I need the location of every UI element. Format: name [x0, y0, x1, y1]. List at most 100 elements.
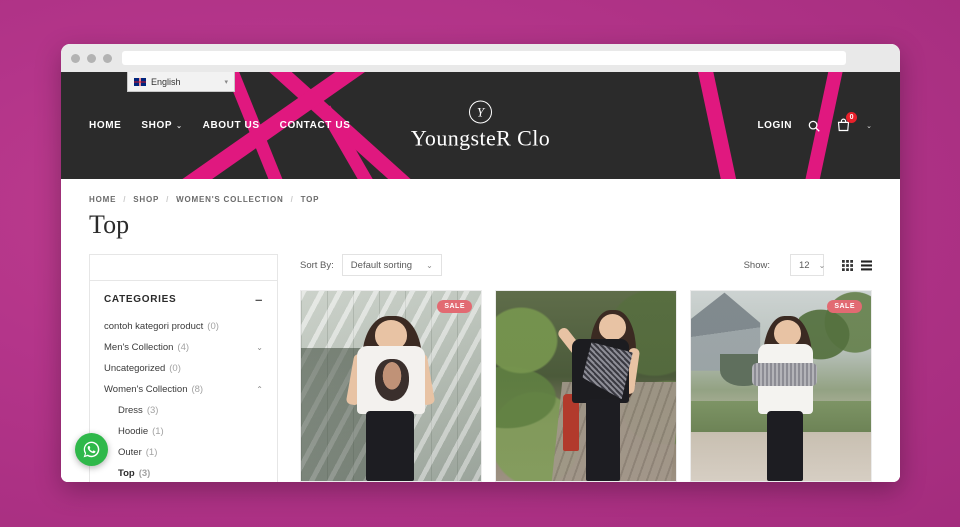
category-item-top[interactable]: Top (3)	[104, 463, 263, 482]
view-mode-toggle	[842, 259, 872, 271]
cart-count-badge: 0	[846, 112, 858, 123]
product-image: SALE	[301, 291, 481, 481]
product-image	[496, 291, 676, 481]
toolbar-right: Show: 12 ⌄	[744, 254, 872, 276]
search-icon[interactable]	[807, 119, 821, 133]
chevron-down-icon[interactable]: ⌄	[256, 343, 263, 352]
product-card[interactable]: SALE	[300, 290, 482, 482]
whatsapp-icon[interactable]	[75, 433, 108, 466]
breadcrumb-item-top[interactable]: TOP	[301, 195, 320, 204]
breadcrumb-separator: /	[166, 195, 170, 204]
model-head	[598, 313, 626, 341]
nav-item-shop[interactable]: SHOP ⌄	[141, 120, 182, 131]
site-header: HOME SHOP ⌄ ABOUT US CONTACT US Y Youngs…	[61, 72, 900, 179]
category-item-contoh-kategori-product[interactable]: contoh kategori product (0)	[104, 316, 263, 337]
show-count-select[interactable]: 12 ⌄	[790, 254, 826, 276]
breadcrumb-separator: /	[123, 195, 127, 204]
garment-print	[374, 359, 409, 402]
categories-title: CATEGORIES	[104, 294, 177, 305]
collapse-toggle-icon: –	[255, 292, 263, 307]
category-count: (1)	[145, 447, 158, 458]
nav-item-home[interactable]: HOME	[89, 120, 121, 131]
page-title: Top	[89, 210, 130, 239]
shop-layout: CATEGORIES – contoh kategori product (0)…	[89, 254, 872, 482]
list-view-icon[interactable]	[861, 259, 872, 271]
breadcrumb-separator: /	[290, 195, 294, 204]
categories-widget: CATEGORIES – contoh kategori product (0)…	[90, 281, 277, 482]
show-count-value: 12	[799, 259, 810, 271]
sidebar-top-panel	[90, 255, 277, 281]
nav-item-contact-us[interactable]: CONTACT US	[280, 120, 351, 131]
language-selector[interactable]: English ▾	[127, 72, 235, 92]
minimize-window-button[interactable]	[87, 53, 96, 63]
chevron-down-icon: ⌄	[818, 260, 826, 270]
category-label: Hoodie	[118, 426, 149, 437]
category-list: contoh kategori product (0) Men's Collec…	[104, 316, 263, 482]
model-legs	[766, 410, 803, 481]
browser-window: HOME SHOP ⌄ ABOUT US CONTACT US Y Youngs…	[61, 44, 900, 482]
category-item-dress[interactable]: Dress (3)	[104, 400, 263, 421]
shop-toolbar: Sort By: Default sorting ⌄ Show: 12 ⌄	[300, 254, 872, 276]
category-label: Outer	[118, 447, 142, 458]
product-card[interactable]: SALE	[690, 290, 872, 482]
main-navigation: HOME SHOP ⌄ ABOUT US CONTACT US	[89, 120, 350, 131]
products-column: Sort By: Default sorting ⌄ Show: 12 ⌄ SA…	[300, 254, 872, 482]
cart-button[interactable]: 0	[836, 112, 858, 133]
categories-widget-header[interactable]: CATEGORIES –	[104, 293, 263, 316]
product-photo-model	[301, 291, 481, 481]
uk-flag-icon	[134, 77, 146, 86]
category-label: Dress	[118, 405, 143, 416]
product-grid: SALE SALE	[300, 290, 872, 482]
nav-label: CONTACT US	[279, 120, 351, 131]
category-count: (0)	[207, 321, 219, 332]
breadcrumb-item-home[interactable]: HOME	[89, 195, 116, 204]
nav-label: ABOUT US	[202, 120, 260, 131]
category-count: (3)	[146, 405, 159, 416]
brand-monogram-icon: Y	[469, 100, 492, 123]
category-label: contoh kategori product	[104, 321, 204, 332]
chevron-up-icon[interactable]: ⌃	[256, 385, 263, 394]
product-photo-model	[496, 291, 676, 481]
model-legs	[365, 410, 415, 481]
browser-chrome	[61, 44, 900, 72]
category-count: (0)	[169, 363, 181, 374]
category-item-uncategorized[interactable]: Uncategorized (0)	[104, 358, 263, 379]
category-label: Men's Collection	[104, 342, 174, 353]
chevron-down-icon: ⌄	[426, 260, 433, 270]
url-input[interactable]	[122, 51, 846, 65]
sort-by-label: Sort By:	[300, 259, 334, 271]
chevron-down-icon: ▾	[224, 78, 228, 86]
login-link[interactable]: LOGIN	[757, 120, 792, 131]
chevron-down-icon: ⌄	[176, 122, 183, 130]
model-head	[773, 319, 801, 347]
product-image: SALE	[691, 291, 871, 481]
category-item-womens-collection[interactable]: Women's Collection (8) ⌃	[104, 379, 263, 400]
category-count: (8)	[191, 384, 204, 395]
category-count: (1)	[152, 426, 164, 437]
maximize-window-button[interactable]	[103, 53, 112, 63]
page-body: HOME / SHOP / WOMEN'S COLLECTION / TOP T…	[61, 179, 900, 482]
nav-item-about-us[interactable]: ABOUT US	[203, 120, 260, 131]
nav-label: HOME	[89, 120, 122, 131]
chevron-down-icon[interactable]: ⌄	[866, 122, 872, 130]
sidebar: CATEGORIES – contoh kategori product (0)…	[89, 254, 278, 482]
garment-sleeve-detail	[752, 363, 817, 386]
header-actions: LOGIN 0 ⌄	[757, 112, 872, 133]
breadcrumb-item-womens-collection[interactable]: WOMEN'S COLLECTION	[176, 195, 283, 204]
category-count: (4)	[177, 342, 190, 353]
category-item-hoodie[interactable]: Hoodie (1)	[104, 421, 263, 442]
sort-by-select[interactable]: Default sorting ⌄	[341, 254, 442, 276]
category-label: Top	[118, 468, 135, 479]
close-window-button[interactable]	[71, 53, 80, 63]
window-controls	[71, 53, 112, 63]
category-label: Uncategorized	[104, 363, 166, 374]
product-card[interactable]	[495, 290, 677, 482]
product-photo-model	[691, 291, 871, 481]
sort-by-value: Default sorting	[350, 259, 413, 271]
show-label: Show:	[743, 259, 770, 271]
grid-view-icon[interactable]	[842, 259, 853, 271]
breadcrumb-item-shop[interactable]: SHOP	[133, 195, 159, 204]
category-item-mens-collection[interactable]: Men's Collection (4) ⌄	[104, 337, 263, 358]
category-item-outer[interactable]: Outer (1)	[104, 442, 263, 463]
page-viewport: HOME SHOP ⌄ ABOUT US CONTACT US Y Youngs…	[61, 72, 900, 482]
